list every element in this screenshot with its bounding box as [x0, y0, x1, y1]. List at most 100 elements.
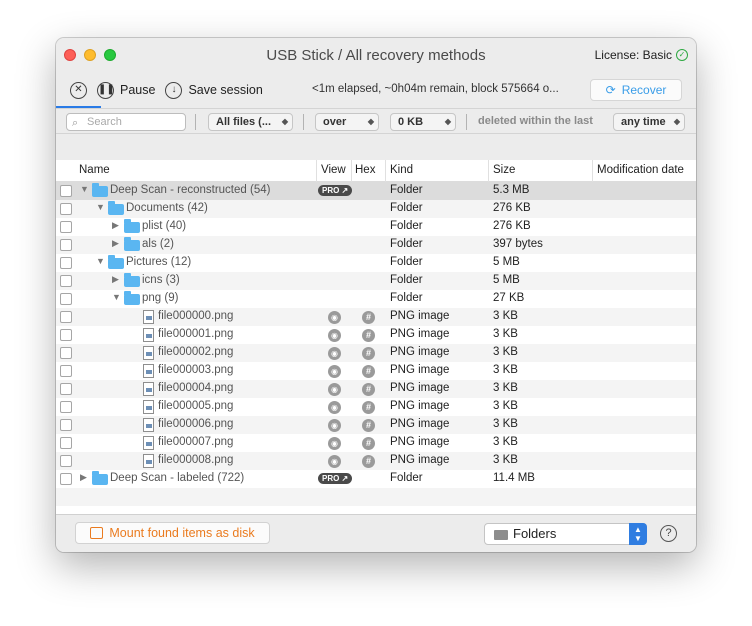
row-checkbox[interactable]: [60, 275, 72, 287]
recover-button[interactable]: ⟳ Recover: [590, 79, 682, 101]
row-checkbox[interactable]: [60, 311, 72, 323]
column-kind[interactable]: Kind: [390, 164, 413, 176]
scan-status: <1m elapsed, ~0h04m remain, block 575664…: [312, 83, 559, 95]
row-size: 5.3 MB: [493, 184, 530, 196]
save-session-button[interactable]: ↓ Save session: [165, 81, 263, 99]
pause-button[interactable]: ❚❚ Pause: [97, 81, 155, 99]
row-checkbox[interactable]: [60, 401, 72, 413]
column-view[interactable]: View: [321, 164, 346, 176]
row-checkbox[interactable]: [60, 383, 72, 395]
pro-badge[interactable]: PRO ↗: [318, 473, 353, 484]
disclosure-expanded-icon[interactable]: ▼: [96, 202, 106, 212]
stop-button[interactable]: ✕: [70, 81, 87, 99]
hash-icon[interactable]: #: [362, 311, 375, 324]
eye-icon[interactable]: ◉: [328, 455, 341, 468]
table-row[interactable]: ▶ Deep Scan - labeled (722) PRO ↗ Folder…: [56, 470, 696, 488]
hash-icon[interactable]: #: [362, 365, 375, 378]
row-checkbox[interactable]: [60, 203, 72, 215]
size-value-select[interactable]: 0 KB ◆: [390, 113, 456, 131]
eye-icon[interactable]: ◉: [328, 365, 341, 378]
search-icon: ⌕: [72, 117, 79, 129]
row-checkbox[interactable]: [60, 239, 72, 251]
table-row[interactable]: file000002.png ◉ # PNG image 3 KB: [56, 344, 696, 362]
hash-icon[interactable]: #: [362, 401, 375, 414]
eye-icon[interactable]: ◉: [328, 419, 341, 432]
hash-icon[interactable]: #: [362, 455, 375, 468]
table-row[interactable]: file000008.png ◉ # PNG image 3 KB: [56, 452, 696, 470]
row-checkbox[interactable]: [60, 437, 72, 449]
time-select[interactable]: any time ◆: [613, 113, 685, 131]
table-row[interactable]: file000004.png ◉ # PNG image 3 KB: [56, 380, 696, 398]
disclosure-collapsed-icon[interactable]: ▶: [112, 274, 122, 285]
row-size: 5 MB: [493, 274, 520, 286]
eye-icon[interactable]: ◉: [328, 401, 341, 414]
disclosure-collapsed-icon[interactable]: ▶: [112, 238, 122, 249]
table-row[interactable]: file000003.png ◉ # PNG image 3 KB: [56, 362, 696, 380]
table-row[interactable]: ▼ Documents (42) Folder 276 KB: [56, 200, 696, 218]
check-icon: ✓: [676, 49, 688, 61]
row-checkbox[interactable]: [60, 419, 72, 431]
row-checkbox[interactable]: [60, 221, 72, 233]
disclosure-collapsed-icon[interactable]: ▶: [112, 220, 122, 231]
row-checkbox[interactable]: [60, 257, 72, 269]
search-input[interactable]: ⌕ Search: [66, 113, 186, 131]
hash-icon[interactable]: #: [362, 347, 375, 360]
column-size[interactable]: Size: [493, 164, 515, 176]
row-size: 3 KB: [493, 436, 518, 448]
pro-badge[interactable]: PRO ↗: [318, 185, 353, 196]
help-icon[interactable]: ?: [660, 525, 677, 542]
row-kind: Folder: [390, 472, 423, 484]
row-name: file000007.png: [158, 436, 234, 448]
table-row[interactable]: ▶ als (2) Folder 397 bytes: [56, 236, 696, 254]
table-row[interactable]: file000007.png ◉ # PNG image 3 KB: [56, 434, 696, 452]
table-row[interactable]: file000000.png ◉ # PNG image 3 KB: [56, 308, 696, 326]
column-hex[interactable]: Hex: [355, 164, 375, 176]
hash-icon[interactable]: #: [362, 329, 375, 342]
view-mode-select[interactable]: Folders ▲ ▼: [484, 523, 647, 545]
row-name: plist (40): [142, 220, 187, 232]
file-icon: [143, 436, 154, 450]
table-row[interactable]: file000006.png ◉ # PNG image 3 KB: [56, 416, 696, 434]
license-status[interactable]: License: Basic ✓: [595, 48, 688, 62]
disclosure-expanded-icon[interactable]: ▼: [112, 292, 122, 302]
table-row[interactable]: ▶ icns (3) Folder 5 MB: [56, 272, 696, 290]
table-row[interactable]: file000005.png ◉ # PNG image 3 KB: [56, 398, 696, 416]
table-row[interactable]: ▼ png (9) Folder 27 KB: [56, 290, 696, 308]
eye-icon[interactable]: ◉: [328, 437, 341, 450]
hash-icon[interactable]: #: [362, 383, 375, 396]
file-icon: [143, 328, 154, 342]
table-row[interactable]: ▼ Deep Scan - reconstructed (54) PRO ↗ F…: [56, 182, 696, 200]
mount-as-disk-button[interactable]: Mount found items as disk: [75, 522, 270, 544]
empty-row: [56, 488, 696, 506]
column-name[interactable]: Name: [79, 164, 110, 176]
row-checkbox[interactable]: [60, 365, 72, 377]
hash-icon[interactable]: #: [362, 437, 375, 450]
row-kind: Folder: [390, 238, 423, 250]
disclosure-expanded-icon[interactable]: ▼: [96, 256, 106, 266]
disclosure-expanded-icon[interactable]: ▼: [80, 184, 90, 194]
row-checkbox[interactable]: [60, 473, 72, 485]
row-kind: Folder: [390, 184, 423, 196]
search-placeholder: Search: [87, 116, 122, 128]
file-icon: [143, 364, 154, 378]
eye-icon[interactable]: ◉: [328, 329, 341, 342]
row-kind: Folder: [390, 220, 423, 232]
row-name: Deep Scan - labeled (722): [110, 472, 245, 484]
row-checkbox[interactable]: [60, 293, 72, 305]
row-checkbox[interactable]: [60, 185, 72, 197]
row-size: 397 bytes: [493, 238, 543, 250]
table-row[interactable]: ▶ plist (40) Folder 276 KB: [56, 218, 696, 236]
row-checkbox[interactable]: [60, 347, 72, 359]
row-checkbox[interactable]: [60, 455, 72, 467]
hash-icon[interactable]: #: [362, 419, 375, 432]
disclosure-collapsed-icon[interactable]: ▶: [80, 472, 90, 483]
eye-icon[interactable]: ◉: [328, 383, 341, 396]
table-row[interactable]: file000001.png ◉ # PNG image 3 KB: [56, 326, 696, 344]
size-operator-select[interactable]: over ◆: [315, 113, 379, 131]
column-modification-date[interactable]: Modification date: [597, 164, 684, 176]
eye-icon[interactable]: ◉: [328, 311, 341, 324]
eye-icon[interactable]: ◉: [328, 347, 341, 360]
table-row[interactable]: ▼ Pictures (12) Folder 5 MB: [56, 254, 696, 272]
file-type-select[interactable]: All files (... ◆: [208, 113, 293, 131]
row-checkbox[interactable]: [60, 329, 72, 341]
